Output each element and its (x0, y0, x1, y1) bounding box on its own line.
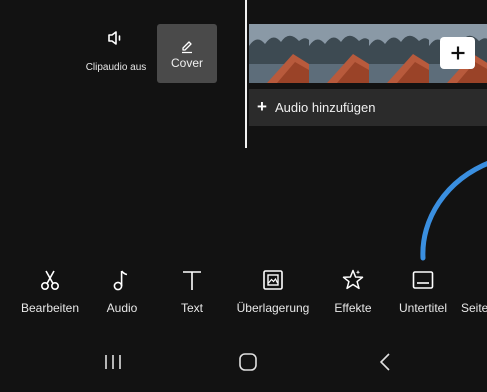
recents-icon (105, 355, 121, 369)
plus-icon (451, 46, 464, 60)
overlay-image-icon (263, 270, 283, 290)
add-audio-button[interactable]: + Audio hinzufügen (249, 89, 487, 126)
edit-pen-icon (182, 41, 192, 54)
tool-overlay[interactable]: Überlagerung (228, 268, 318, 318)
clip-thumbnail (249, 24, 309, 83)
clip-audio-toggle[interactable]: Clipaudio aus (78, 28, 154, 78)
text-icon (183, 271, 201, 290)
playhead[interactable] (245, 0, 247, 148)
tool-subtitles[interactable]: Untertitel (390, 268, 456, 318)
nav-home-button[interactable] (228, 350, 268, 374)
tool-label: Audio (106, 301, 138, 315)
cover-button[interactable]: Cover (157, 24, 217, 83)
nav-back-button[interactable] (365, 350, 405, 374)
back-icon (380, 353, 390, 371)
tool-label: Bearbeiten (20, 301, 80, 315)
effects-star-icon (342, 269, 364, 290)
add-audio-plus: + (257, 97, 267, 116)
add-clip-button[interactable] (440, 37, 475, 69)
speaker-muted-icon (108, 31, 121, 45)
tool-label: Seite (461, 301, 487, 315)
clip-thumbnail (309, 24, 369, 83)
subtitles-icon (412, 271, 434, 289)
tool-effects[interactable]: Effekte (326, 268, 380, 318)
clip-audio-label: Clipaudio aus (85, 62, 147, 73)
tool-label: Text (180, 301, 203, 315)
tool-page[interactable]: Seite (461, 268, 487, 318)
add-audio-label: Audio hinzufügen (275, 100, 376, 115)
tool-edit[interactable]: Bearbeiten (15, 268, 85, 318)
tool-label: Überlagerung (236, 301, 310, 315)
home-icon (239, 353, 257, 371)
cover-label: Cover (170, 56, 203, 70)
tool-label: Untertitel (398, 301, 448, 315)
tool-text[interactable]: Text (168, 268, 216, 318)
blue-arc-decoration (420, 161, 487, 261)
music-note-icon (113, 270, 128, 291)
nav-recents-button[interactable] (93, 350, 133, 374)
tool-audio[interactable]: Audio (95, 268, 149, 318)
tool-label: Effekte (334, 301, 372, 315)
clip-thumbnail (369, 24, 429, 83)
scissors-icon (40, 270, 60, 291)
